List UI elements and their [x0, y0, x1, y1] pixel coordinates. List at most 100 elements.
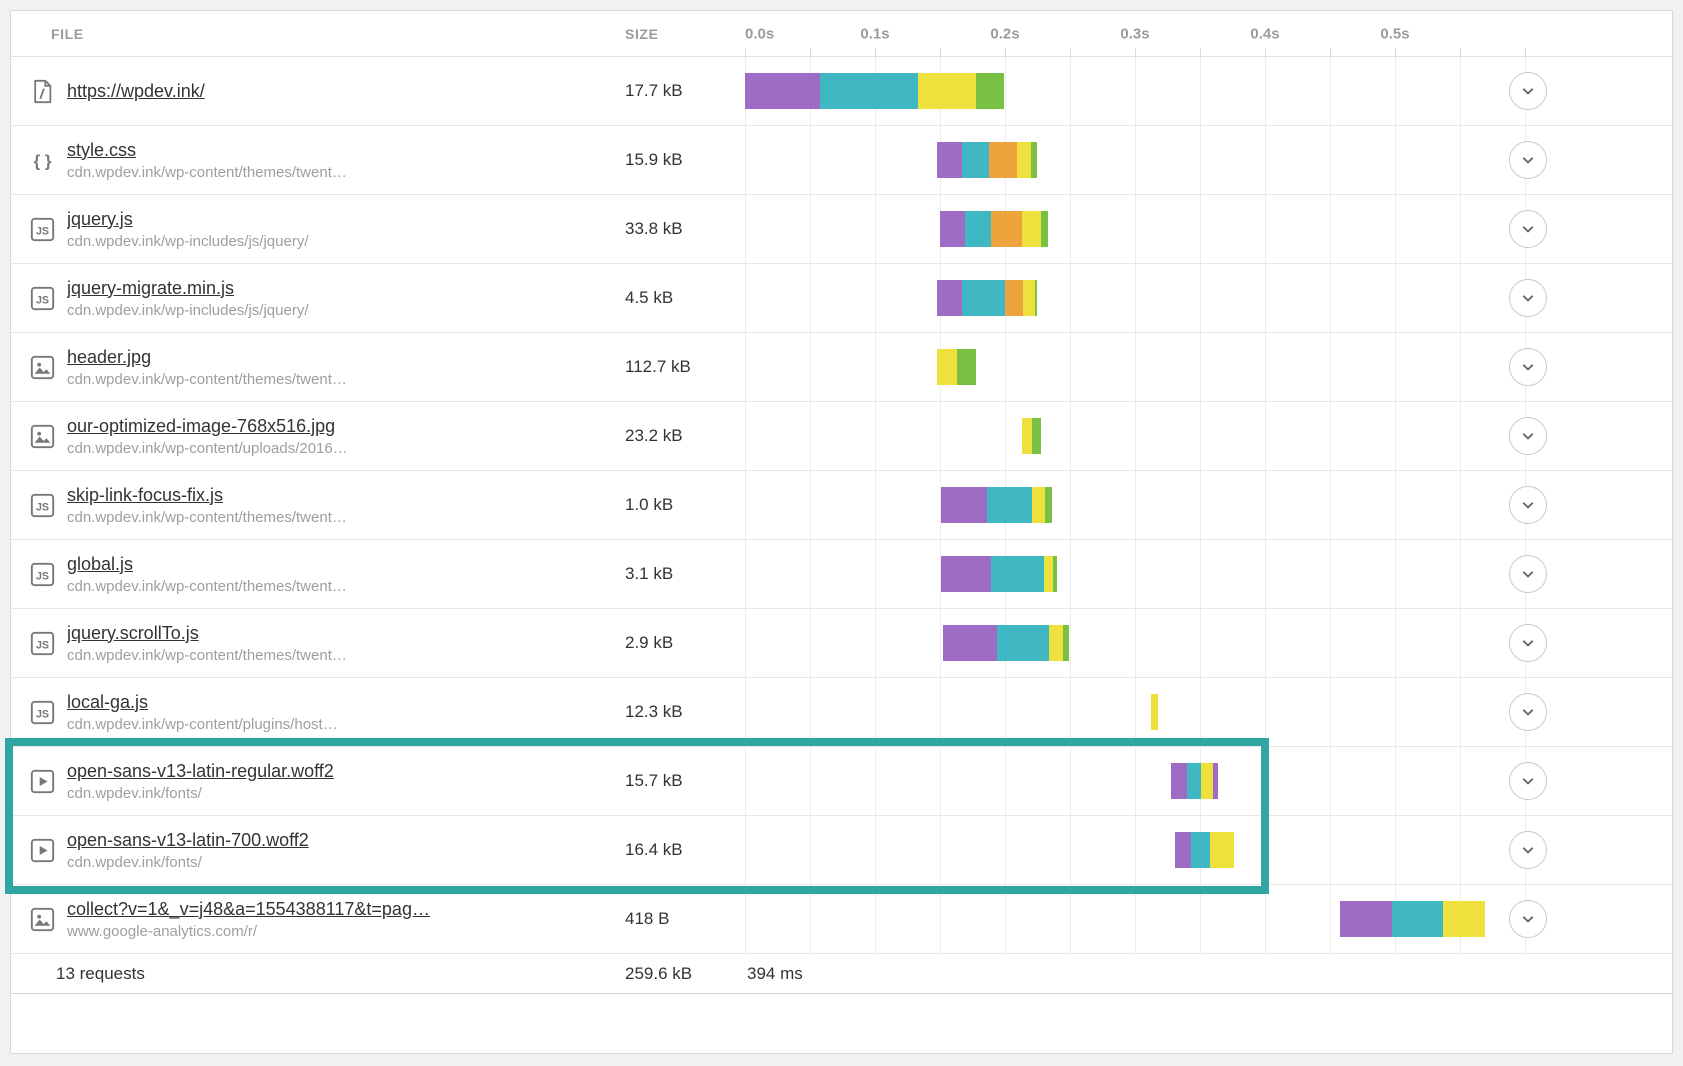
time-tick-label: 0.3s: [1120, 25, 1149, 42]
time-tick-label: 0.0s: [745, 25, 774, 42]
expand-row-button[interactable]: [1509, 900, 1547, 938]
segment-green: [1053, 556, 1057, 592]
request-row: { } style.css cdn.wpdev.ink/wp-content/t…: [11, 126, 1672, 195]
segment-purple: [1213, 763, 1218, 799]
chevron-down-icon: [1518, 495, 1538, 515]
waterfall-bar[interactable]: [1175, 832, 1233, 868]
segment-purple: [943, 625, 998, 661]
waterfall-bar[interactable]: [941, 556, 1057, 592]
expand-row-button[interactable]: [1509, 486, 1547, 524]
segment-purple: [1171, 763, 1187, 799]
file-name-link[interactable]: open-sans-v13-latin-regular.woff2: [67, 761, 334, 782]
segment-teal: [1191, 832, 1211, 868]
file-name-link[interactable]: header.jpg: [67, 347, 151, 368]
file-name-link[interactable]: our-optimized-image-768x516.jpg: [67, 416, 335, 437]
file-size: 15.9 kB: [625, 126, 745, 194]
segment-orange: [989, 142, 1016, 178]
segment-yellow: [1210, 832, 1233, 868]
segment-yellow: [1044, 556, 1053, 592]
segment-yellow: [937, 349, 957, 385]
expand-row-button[interactable]: [1509, 693, 1547, 731]
segment-green: [1032, 418, 1041, 454]
file-url: cdn.wpdev.ink/wp-content/themes/twent…: [67, 578, 625, 595]
waterfall-bar[interactable]: [745, 73, 1004, 109]
expand-row-button[interactable]: [1509, 141, 1547, 179]
chevron-down-icon: [1518, 219, 1538, 239]
expand-row-button[interactable]: [1509, 555, 1547, 593]
waterfall-bar[interactable]: [941, 487, 1052, 523]
svg-text:JS: JS: [35, 225, 48, 237]
file-name-link[interactable]: local-ga.js: [67, 692, 148, 713]
time-tick-label: 0.4s: [1250, 25, 1279, 42]
svg-text:JS: JS: [35, 570, 48, 582]
segment-yellow: [918, 73, 977, 109]
segment-purple: [941, 556, 990, 592]
request-list: https://wpdev.ink/ 17.7 kB { } style.css…: [11, 57, 1672, 954]
segment-purple: [937, 280, 962, 316]
waterfall-bar[interactable]: [1022, 418, 1041, 454]
expand-row-button[interactable]: [1509, 348, 1547, 386]
file-name-link[interactable]: global.js: [67, 554, 133, 575]
request-row: JS jquery-migrate.min.js cdn.wpdev.ink/w…: [11, 264, 1672, 333]
expand-row-button[interactable]: [1509, 762, 1547, 800]
chevron-down-icon: [1518, 357, 1538, 377]
file-name-link[interactable]: collect?v=1&_v=j48&a=1554388117&t=pag…: [67, 899, 430, 920]
waterfall-bar[interactable]: [937, 280, 1037, 316]
file-url: cdn.wpdev.ink/wp-content/uploads/2016…: [67, 440, 625, 457]
file-size: 15.7 kB: [625, 747, 745, 815]
segment-teal: [997, 625, 1049, 661]
file-size: 3.1 kB: [625, 540, 745, 608]
js-file-icon: JS: [26, 282, 58, 314]
waterfall-bar[interactable]: [1171, 763, 1218, 799]
file-name-link[interactable]: jquery.js: [67, 209, 133, 230]
image-file-icon: [26, 420, 58, 452]
expand-row-button[interactable]: [1509, 72, 1547, 110]
waterfall-bar[interactable]: [943, 625, 1069, 661]
table-footer: 13 requests 259.6 kB 394 ms: [11, 954, 1672, 994]
request-row: JS jquery.js cdn.wpdev.ink/wp-includes/j…: [11, 195, 1672, 264]
svg-text:JS: JS: [35, 294, 48, 306]
file-name-link[interactable]: jquery-migrate.min.js: [67, 278, 234, 299]
request-row: JS local-ga.js cdn.wpdev.ink/wp-content/…: [11, 678, 1672, 747]
segment-green: [957, 349, 977, 385]
request-row: JS global.js cdn.wpdev.ink/wp-content/th…: [11, 540, 1672, 609]
file-size: 33.8 kB: [625, 195, 745, 263]
file-name-link[interactable]: https://wpdev.ink/: [67, 81, 205, 102]
segment-teal: [1392, 901, 1443, 937]
js-file-icon: JS: [26, 696, 58, 728]
expand-row-button[interactable]: [1509, 624, 1547, 662]
timeline-header: 0.0s0.1s0.2s0.3s0.4s0.5s: [745, 11, 1672, 56]
file-url: cdn.wpdev.ink/wp-content/plugins/host…: [67, 716, 625, 733]
segment-teal: [965, 211, 991, 247]
segment-purple: [940, 211, 965, 247]
size-column-header: SIZE: [625, 26, 745, 42]
waterfall-bar[interactable]: [1151, 694, 1159, 730]
file-name-link[interactable]: jquery.scrollTo.js: [67, 623, 199, 644]
expand-row-button[interactable]: [1509, 831, 1547, 869]
file-name-link[interactable]: open-sans-v13-latin-700.woff2: [67, 830, 309, 851]
file-name-link[interactable]: style.css: [67, 140, 136, 161]
segment-yellow: [1017, 142, 1031, 178]
waterfall-bar[interactable]: [937, 349, 976, 385]
waterfall-bar[interactable]: [1340, 901, 1484, 937]
file-size: 418 B: [625, 885, 745, 953]
file-url: cdn.wpdev.ink/wp-content/themes/twent…: [67, 647, 625, 664]
segment-green: [1041, 211, 1048, 247]
expand-row-button[interactable]: [1509, 279, 1547, 317]
segment-green: [1035, 280, 1038, 316]
expand-row-button[interactable]: [1509, 417, 1547, 455]
request-row: header.jpg cdn.wpdev.ink/wp-content/them…: [11, 333, 1672, 402]
js-file-icon: JS: [26, 213, 58, 245]
segment-green: [1045, 487, 1052, 523]
file-size: 4.5 kB: [625, 264, 745, 332]
expand-row-button[interactable]: [1509, 210, 1547, 248]
waterfall-bar[interactable]: [940, 211, 1048, 247]
file-name-link[interactable]: skip-link-focus-fix.js: [67, 485, 223, 506]
waterfall-bar[interactable]: [937, 142, 1037, 178]
file-size: 23.2 kB: [625, 402, 745, 470]
segment-purple: [937, 142, 962, 178]
table-header: FILE SIZE 0.0s0.1s0.2s0.3s0.4s0.5s: [11, 11, 1672, 57]
file-url: cdn.wpdev.ink/wp-content/themes/twent…: [67, 164, 625, 181]
segment-green: [1063, 625, 1068, 661]
segment-yellow: [1022, 418, 1032, 454]
